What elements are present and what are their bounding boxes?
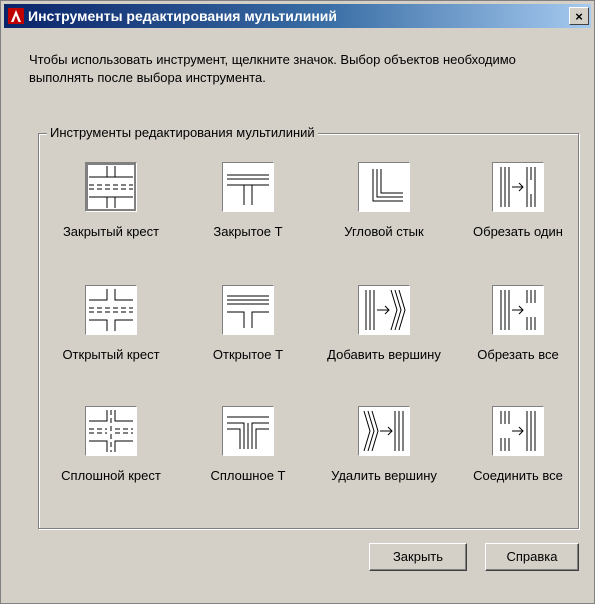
open-cross-icon[interactable] [85, 285, 137, 335]
tool-open-tee[interactable]: Открытое Т [188, 285, 308, 363]
weld-all-icon[interactable] [492, 406, 544, 456]
autocad-app-icon [8, 8, 24, 24]
window-title: Инструменты редактирования мультилиний [28, 8, 338, 24]
tool-label: Удалить вершину [331, 468, 437, 483]
add-vertex-icon[interactable] [358, 285, 410, 335]
tool-label: Обрезать один [473, 224, 563, 239]
tool-label: Сплошной крест [61, 468, 161, 483]
closed-tee-icon[interactable] [222, 162, 274, 212]
tool-merged-tee[interactable]: Сплошное Т [188, 406, 308, 484]
tool-cut-single[interactable]: Обрезать один [458, 162, 578, 240]
tool-closed-cross[interactable]: Закрытый крест [51, 162, 171, 240]
delete-vertex-icon[interactable] [358, 406, 410, 456]
tool-corner-joint[interactable]: Угловой стык [324, 162, 444, 240]
tool-label: Закрытое Т [213, 224, 283, 239]
corner-joint-icon[interactable] [358, 162, 410, 212]
closed-cross-icon[interactable] [85, 162, 137, 212]
tool-merged-cross[interactable]: Сплошной крест [51, 406, 171, 484]
tool-label: Открытый крест [62, 347, 160, 362]
help-button[interactable]: Справка [485, 543, 579, 571]
tool-label: Обрезать все [477, 347, 559, 362]
groupbox-label: Инструменты редактирования мультилиний [47, 125, 318, 140]
tool-delete-vertex[interactable]: Удалить вершину [324, 406, 444, 484]
cut-all-icon[interactable] [492, 285, 544, 335]
multiline-edit-tools-dialog: Инструменты редактирования мультилиний ×… [0, 0, 595, 604]
instruction-text: Чтобы использовать инструмент, щелкните … [29, 52, 516, 85]
tool-label: Закрытый крест [62, 224, 160, 239]
cut-single-icon[interactable] [492, 162, 544, 212]
tool-label: Соединить все [473, 468, 563, 483]
tool-closed-tee[interactable]: Закрытое Т [188, 162, 308, 240]
tool-label: Добавить вершину [327, 347, 441, 362]
merged-cross-icon[interactable] [85, 406, 137, 456]
merged-tee-icon[interactable] [222, 406, 274, 456]
title-bar[interactable]: Инструменты редактирования мультилиний × [4, 4, 591, 28]
tool-open-cross[interactable]: Открытый крест [51, 285, 171, 363]
tool-cut-all[interactable]: Обрезать все [458, 285, 578, 363]
tool-label: Угловой стык [344, 224, 424, 239]
tool-label: Сплошное Т [210, 468, 286, 483]
open-tee-icon[interactable] [222, 285, 274, 335]
tool-add-vertex[interactable]: Добавить вершину [324, 285, 444, 363]
close-window-button[interactable]: × [569, 7, 589, 25]
close-button[interactable]: Закрыть [369, 543, 467, 571]
tool-label: Открытое Т [212, 347, 284, 362]
tool-weld-all[interactable]: Соединить все [458, 406, 578, 484]
